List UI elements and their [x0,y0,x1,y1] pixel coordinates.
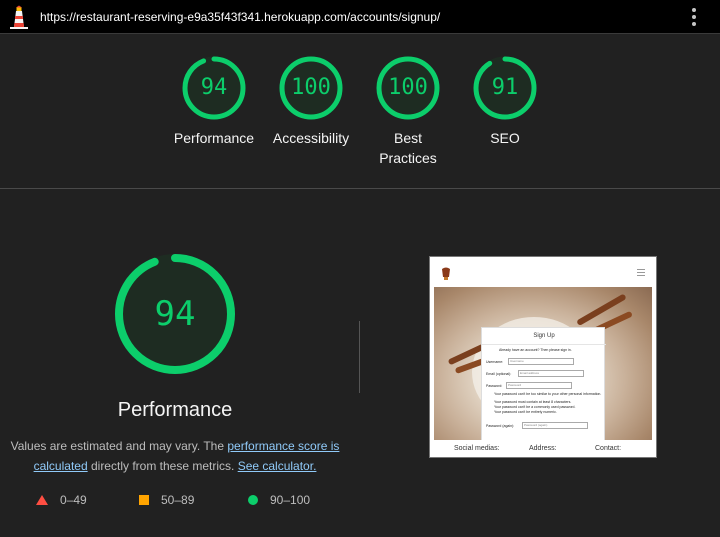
legend-fail: 0–49 [36,493,87,507]
category-summary: 94 Performance 100 Accessibility 100 Bes… [0,34,720,188]
legend-label: 0–49 [60,493,87,507]
screenshot-frame: Sign Up Already have an account? Then pl… [434,261,652,453]
password-rule: Your password must contain at least 8 ch… [494,400,572,404]
password-rule: Your password can't be a commonly used p… [494,405,576,409]
footer-social: Social medias: [454,445,500,452]
see-calculator-link[interactable]: See calculator. [238,459,317,473]
score-legend: 0–49 50–89 90–100 [0,493,360,511]
square-icon [139,495,149,505]
gauge-label: SEO [490,130,520,146]
gauge-performance[interactable]: 94 Performance [164,54,264,148]
form-title: Sign Up [533,333,555,339]
signup-form-card: Sign Up Already have an account? Then pl… [481,327,606,452]
password-field[interactable]: Password [506,382,572,389]
performance-score: 94 [154,294,196,334]
triangle-icon [36,495,48,505]
footer-contact: Contact: [595,445,622,452]
kebab-menu-icon[interactable] [689,8,699,28]
gauge-score: 100 [291,75,331,100]
username-field[interactable]: Username [508,358,574,365]
page-url[interactable]: https://restaurant-reserving-e9a35f43f34… [40,10,440,24]
username-label: Username: [486,360,504,364]
site-navbar [434,261,652,287]
metrics-note: Values are estimated and may vary. The p… [10,436,340,476]
email-field[interactable]: Email address [518,370,584,377]
note-text: Values are estimated and may vary. The [10,439,228,453]
password2-field[interactable]: Password (again) [522,422,588,429]
gauge-label: Best Practices [379,130,437,166]
email-label: Email (optional): [486,372,512,376]
site-logo-icon [442,267,450,280]
lighthouse-icon [10,5,28,29]
password-rule: Your password can't be too similar to yo… [494,392,602,396]
note-text-mid: directly from these metrics. [87,459,238,473]
legend-label: 50–89 [161,493,195,507]
gauge-score: 100 [388,75,428,100]
hero-image: Sign Up Already have an account? Then pl… [434,287,652,452]
section-divider [0,188,720,189]
site-footer: Social medias: Address: Contact: [434,440,652,453]
footer-address: Address: [529,445,557,452]
legend-pass: 90–100 [248,493,310,507]
gauge-best-practices[interactable]: 100 Best Practices [358,54,458,168]
signin-text: Already have an account? Then please sig… [499,348,572,352]
hamburger-icon[interactable] [637,269,645,276]
password-label: Password: [486,384,503,388]
password2-label: Password (again): [486,424,515,428]
circle-icon [248,495,258,505]
top-bar: https://restaurant-reserving-e9a35f43f34… [0,0,720,34]
legend-label: 90–100 [270,493,311,507]
gauge-score: 91 [491,75,519,100]
performance-title: Performance [117,399,233,421]
gauge-label: Accessibility [272,130,350,146]
gauge-score: 94 [200,75,228,100]
vertical-divider [359,321,360,393]
gauge-seo[interactable]: 91 SEO [455,54,555,148]
gauge-accessibility[interactable]: 100 Accessibility [261,54,361,148]
page-screenshot[interactable]: Sign Up Already have an account? Then pl… [429,256,657,458]
legend-average: 50–89 [139,493,194,507]
password-rule: Your password can't be entirely numeric. [494,410,557,414]
gauge-label: Performance [173,130,255,146]
